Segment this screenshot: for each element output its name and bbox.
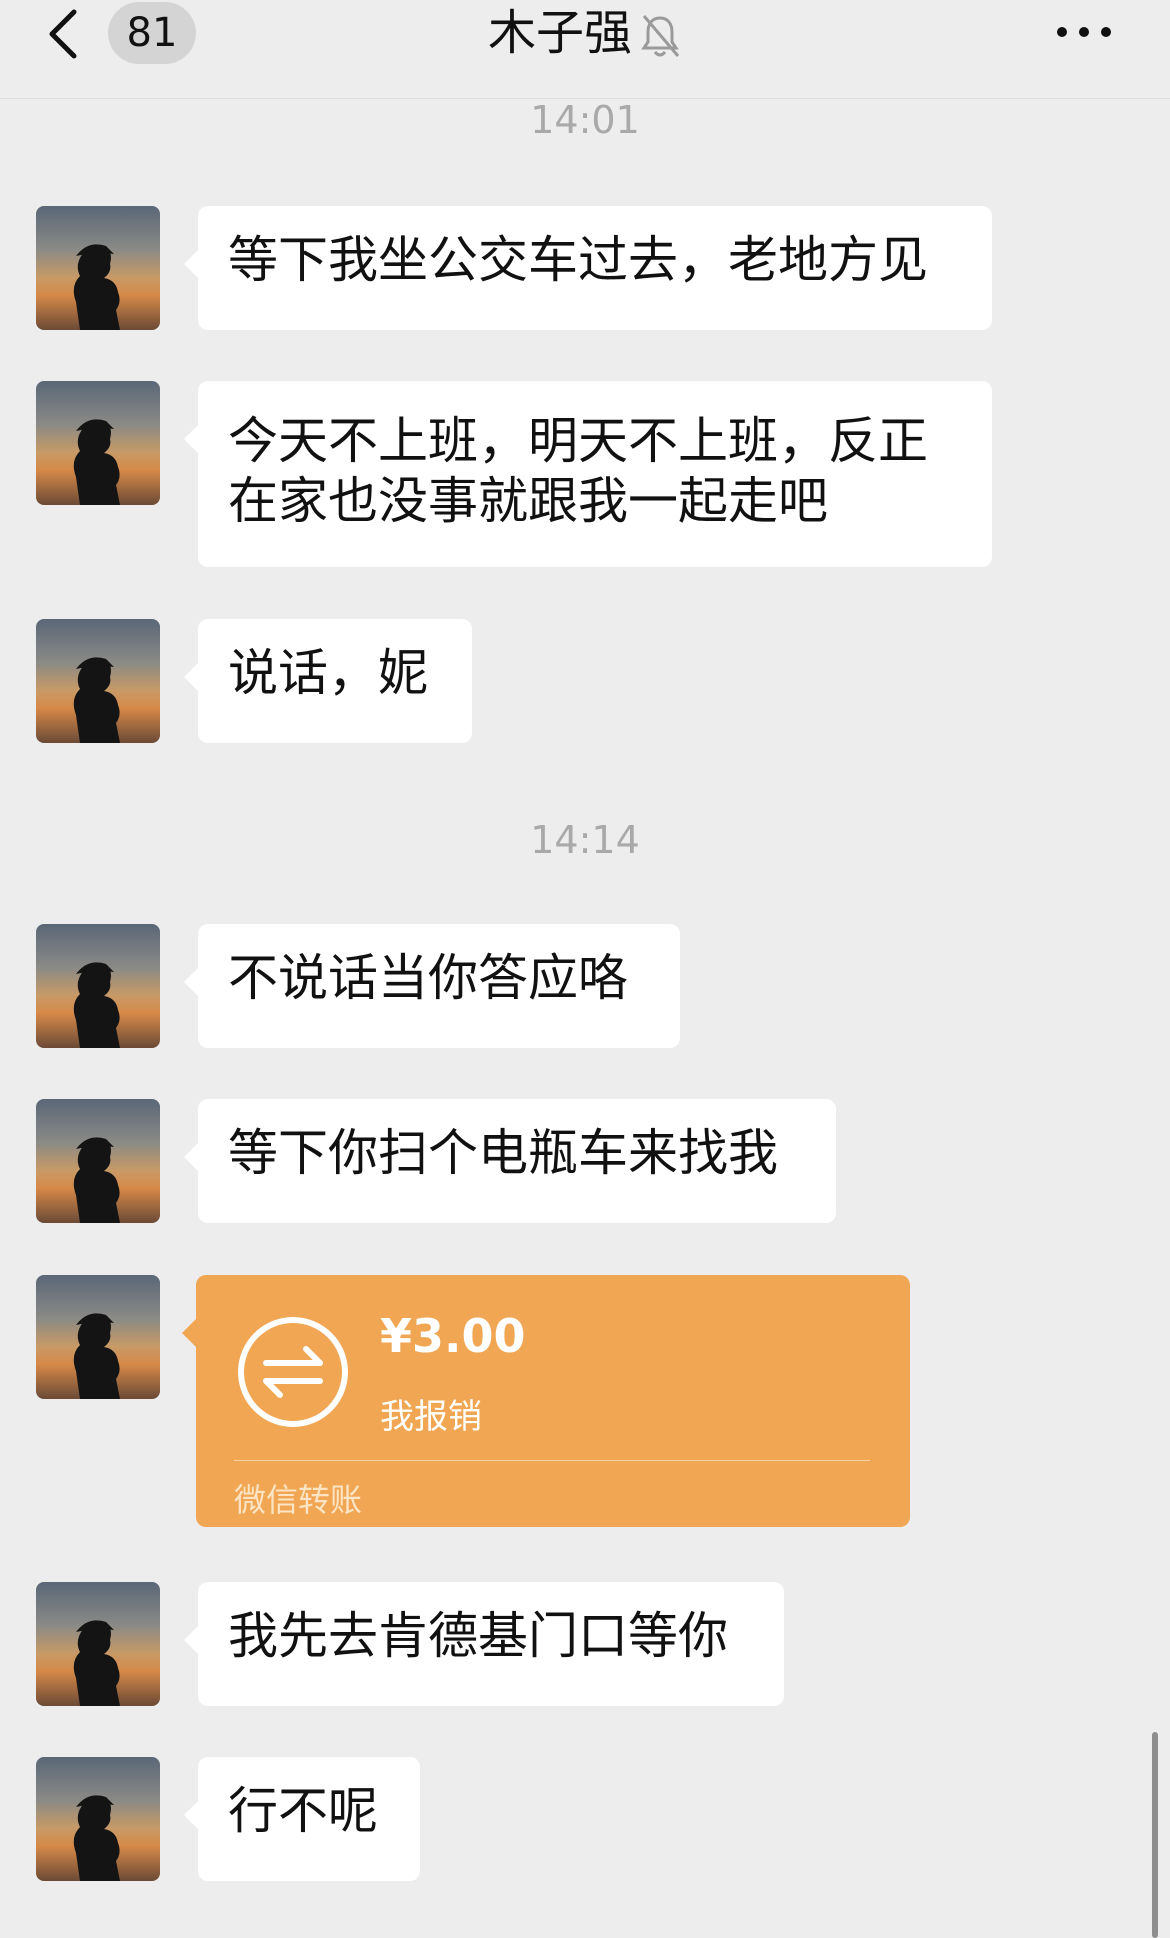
transfer-divider bbox=[234, 1460, 870, 1461]
avatar[interactable] bbox=[36, 381, 160, 505]
silhouette-avatar-image bbox=[73, 1620, 120, 1706]
message-bubble[interactable]: 我先去肯德基门口等你 bbox=[184, 1582, 784, 1706]
silhouette-avatar-image bbox=[73, 962, 120, 1048]
silhouette-avatar-image bbox=[73, 419, 120, 505]
message-bubble[interactable]: 今天不上班，明天不上班，反正在家也没事就跟我一起走吧 bbox=[184, 381, 992, 567]
message-bubble[interactable]: 不说话当你答应咯 bbox=[184, 924, 680, 1048]
avatar[interactable] bbox=[36, 1582, 160, 1706]
timestamp: 14:14 bbox=[530, 818, 640, 862]
silhouette-avatar-image bbox=[73, 657, 120, 743]
chat-title[interactable]: 木子强 bbox=[488, 5, 632, 61]
avatar[interactable] bbox=[36, 1099, 160, 1223]
transfer-note: 我报销 bbox=[380, 1397, 482, 1437]
transfer-label: 微信转账 bbox=[234, 1481, 363, 1519]
avatar[interactable] bbox=[36, 206, 160, 330]
avatar[interactable] bbox=[36, 1275, 160, 1399]
bell-off-icon bbox=[641, 15, 680, 57]
silhouette-avatar-image bbox=[73, 1137, 120, 1223]
silhouette-avatar-image bbox=[73, 1795, 120, 1881]
ellipsis-icon bbox=[1057, 27, 1111, 37]
message-bubble[interactable]: 等下我坐公交车过去，老地方见 bbox=[184, 206, 992, 330]
wechat-transfer-card[interactable]: ¥3.00 我报销 微信转账 bbox=[182, 1275, 910, 1527]
timestamp: 14:01 bbox=[530, 98, 640, 142]
transfer-amount: ¥3.00 bbox=[380, 1309, 526, 1363]
silhouette-avatar-image bbox=[73, 244, 120, 330]
avatar[interactable] bbox=[36, 1757, 160, 1881]
more-options-button[interactable] bbox=[1054, 12, 1114, 52]
message-bubble[interactable]: 说话，妮 bbox=[184, 619, 472, 743]
avatar[interactable] bbox=[36, 619, 160, 743]
message-bubble[interactable]: 行不呢 bbox=[184, 1757, 420, 1881]
chat-title-bar: 木子强 bbox=[0, 0, 1170, 66]
avatar[interactable] bbox=[36, 924, 160, 1048]
scrollbar[interactable] bbox=[1152, 1732, 1158, 1938]
message-bubble[interactable]: 等下你扫个电瓶车来找我 bbox=[184, 1099, 836, 1223]
transfer-arrows-icon bbox=[238, 1317, 348, 1427]
silhouette-avatar-image bbox=[73, 1313, 120, 1399]
chat-header: 81 木子强 bbox=[0, 0, 1170, 99]
